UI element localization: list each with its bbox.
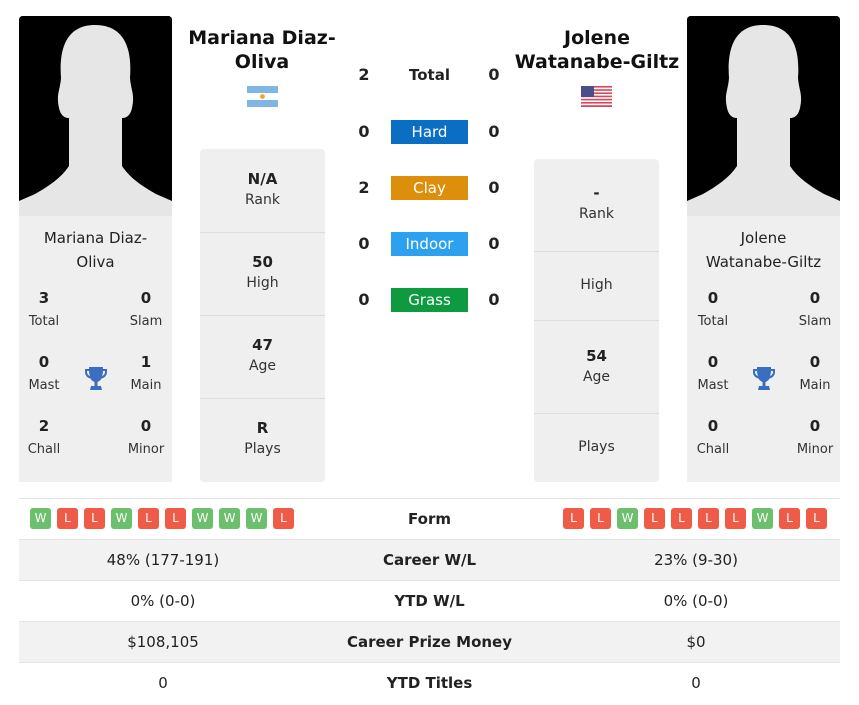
player1-heading[interactable]: Mariana Diaz- Oliva <box>178 26 346 74</box>
player1-titles-chall: 2 Chall <box>27 417 61 457</box>
silhouette-icon <box>687 16 840 216</box>
argentina-flag-icon <box>247 86 278 107</box>
player2-heading[interactable]: Jolene Watanabe-Giltz <box>508 26 686 74</box>
player1-career-wl: 48% (177-191) <box>106 551 220 569</box>
player1-ytd-wl: 0% (0-0) <box>130 592 196 610</box>
player2-photo[interactable] <box>687 16 840 216</box>
form-badge-loss[interactable]: L <box>644 508 665 529</box>
form-badge-loss[interactable]: L <box>779 508 800 529</box>
h2h-indoor-label[interactable]: Indoor <box>391 232 468 256</box>
form-badge-loss[interactable]: L <box>563 508 584 529</box>
form-badge-loss[interactable]: L <box>138 508 159 529</box>
ytd-wl-label: YTD W/L <box>394 592 465 610</box>
h2h-hard-label[interactable]: Hard <box>391 120 468 144</box>
h2h-indoor-p2: 0 <box>488 234 500 253</box>
h2h-total-p1: 2 <box>358 65 370 84</box>
player2-ytd-titles: 0 <box>691 674 701 692</box>
form-badge-loss[interactable]: L <box>57 508 78 529</box>
form-row: WLLWLLWWWL Form LLWLLLLWLL <box>19 498 840 539</box>
form-badge-loss[interactable]: L <box>273 508 294 529</box>
h2h-total-label: Total <box>409 66 450 84</box>
career-wl-row: 48% (177-191) Career W/L 23% (9-30) <box>19 539 840 580</box>
player1-photo[interactable] <box>19 16 172 216</box>
h2h-hard-p2: 0 <box>488 122 500 141</box>
trophy-icon <box>85 367 107 390</box>
h2h-total: 2 Total 0 <box>350 63 510 87</box>
player2-stats: - Rank High 54 Age Plays <box>534 159 659 482</box>
player2-form: LLWLLLLWLL <box>563 508 827 529</box>
h2h-clay: 2 Clay 0 <box>350 176 510 200</box>
player2-high: High <box>534 251 659 320</box>
player2-age: 54 Age <box>534 320 659 413</box>
player1-titles-minor: 0 Minor <box>127 417 165 457</box>
player1-card-name[interactable]: Mariana Diaz- Oliva <box>19 226 172 274</box>
player2-titles-chall: 0 Chall <box>696 417 730 457</box>
ytd-titles-row: 0 YTD Titles 0 <box>19 662 840 703</box>
form-badge-loss[interactable]: L <box>725 508 746 529</box>
player1-plays: R Plays <box>200 398 325 482</box>
form-badge-loss[interactable]: L <box>165 508 186 529</box>
form-badge-win[interactable]: W <box>111 508 132 529</box>
player1-ytd-titles: 0 <box>158 674 168 692</box>
h2h-grass-p2: 0 <box>488 290 500 309</box>
player2-rank: - Rank <box>579 184 614 222</box>
form-badge-win[interactable]: W <box>246 508 267 529</box>
player2-titles-slam: 0 Slam <box>798 289 832 329</box>
form-badge-loss[interactable]: L <box>84 508 105 529</box>
form-badge-win[interactable]: W <box>219 508 240 529</box>
player2-titles-mast: 0 Mast <box>697 353 729 393</box>
h2h-indoor-p1: 0 <box>358 234 370 253</box>
h2h-clay-p1: 2 <box>358 178 370 197</box>
h2h-grass-p1: 0 <box>358 290 370 309</box>
h2h-indoor: 0 Indoor 0 <box>350 232 510 256</box>
player2-ytd-wl: 0% (0-0) <box>663 592 729 610</box>
h2h-hard-p1: 0 <box>358 122 370 141</box>
h2h-total-p2: 0 <box>488 65 500 84</box>
player1-form: WLLWLLWWWL <box>30 508 294 529</box>
silhouette-icon <box>19 16 172 216</box>
form-label: Form <box>408 510 451 528</box>
usa-flag-icon <box>581 86 612 107</box>
player1-titles-mast: 0 Mast <box>28 353 60 393</box>
career-prize-money-label: Career Prize Money <box>346 633 512 651</box>
ytd-wl-row: 0% (0-0) YTD W/L 0% (0-0) <box>19 580 840 621</box>
h2h-clay-label[interactable]: Clay <box>391 176 468 200</box>
player1-titles-slam: 0 Slam <box>129 289 163 329</box>
player2-card-name[interactable]: Jolene Watanabe-Giltz <box>687 226 840 274</box>
player1-card: Mariana Diaz- Oliva 3 Total 0 Slam 0 Mast 1… <box>19 16 172 482</box>
form-badge-win[interactable]: W <box>752 508 773 529</box>
player1-titles-total: 3 Total <box>28 289 60 329</box>
form-badge-loss[interactable]: L <box>806 508 827 529</box>
player1-rank: N/A Rank <box>245 170 280 208</box>
form-badge-loss[interactable]: L <box>590 508 611 529</box>
form-badge-win[interactable]: W <box>617 508 638 529</box>
player2-titles-minor: 0 Minor <box>796 417 834 457</box>
player2-card: Jolene Watanabe-Giltz 0 Total 0 Slam 0 Mast… <box>687 16 840 482</box>
h2h-grass: 0 Grass 0 <box>350 288 510 312</box>
player2-titles-total: 0 Total <box>697 289 729 329</box>
player1-age: 47 Age <box>200 315 325 398</box>
player2-career-wl: 23% (9-30) <box>654 551 738 569</box>
player2-career-prize-money: $0 <box>686 633 706 651</box>
player1-high: 50 High <box>200 232 325 315</box>
form-badge-loss[interactable]: L <box>698 508 719 529</box>
trophy-icon <box>753 367 775 390</box>
player2-plays: Plays <box>534 413 659 482</box>
form-badge-loss[interactable]: L <box>671 508 692 529</box>
h2h-grass-label[interactable]: Grass <box>391 288 468 312</box>
player2-titles-main: 0 Main <box>799 353 831 393</box>
ytd-titles-label: YTD Titles <box>386 674 473 692</box>
form-badge-win[interactable]: W <box>192 508 213 529</box>
player1-stats: N/A Rank 50 High 47 Age R Plays <box>200 149 325 482</box>
player1-career-prize-money: $108,105 <box>127 633 199 651</box>
h2h-hard: 0 Hard 0 <box>350 120 510 144</box>
career-prize-money-row: $108,105 Career Prize Money $0 <box>19 621 840 662</box>
h2h-clay-p2: 0 <box>488 178 500 197</box>
form-badge-win[interactable]: W <box>30 508 51 529</box>
career-wl-label: Career W/L <box>382 551 477 569</box>
player1-titles-main: 1 Main <box>130 353 162 393</box>
